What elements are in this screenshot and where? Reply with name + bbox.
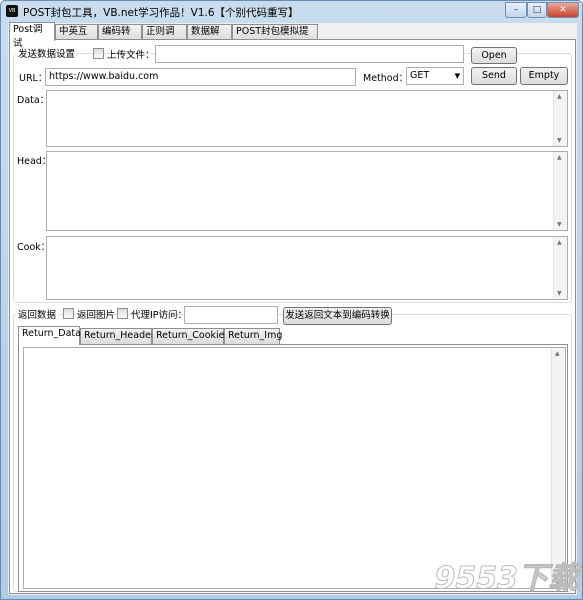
tab-post-simulate[interactable]: POST封包模拟提交	[232, 24, 318, 51]
send-to-encode-button[interactable]: 发送返回文本到编码转换	[283, 307, 392, 325]
head-textarea[interactable]: ▲ ▼	[46, 151, 568, 231]
tab-encoding[interactable]: 编码转换	[98, 24, 142, 51]
url-input[interactable]: https://www.baidu.com	[45, 68, 356, 86]
cookie-textarea[interactable]: ▲ ▼	[46, 236, 568, 300]
upload-label: 上传文件：	[107, 50, 155, 61]
empty-button[interactable]: Empty	[520, 67, 568, 85]
tab-return-img[interactable]: Return_Img	[224, 328, 282, 344]
tab-translate[interactable]: 中英互译	[55, 24, 98, 51]
upload-file-input[interactable]	[155, 45, 464, 63]
upload-checkbox[interactable]	[93, 48, 104, 59]
scrollbar[interactable]: ▲ ▼	[553, 91, 567, 146]
tab-data-parse[interactable]: 数据解析	[187, 24, 232, 51]
return-image-checkbox[interactable]	[63, 308, 74, 319]
tab-post-debug[interactable]: Post调试	[9, 22, 55, 49]
method-label: Method：	[363, 73, 409, 84]
open-button[interactable]: Open	[471, 47, 517, 64]
data-textarea[interactable]: ▲ ▼	[46, 90, 568, 147]
tab-return-data[interactable]: Return_Data	[18, 326, 81, 345]
watermark-logo: 9553下载	[434, 561, 578, 597]
tab-return-cookie[interactable]: Return_Cookie	[152, 328, 225, 344]
proxy-input[interactable]	[184, 306, 278, 324]
send-button[interactable]: Send	[471, 67, 517, 85]
data-label: Data：	[17, 95, 50, 106]
return-image-label: 返回图片	[77, 310, 116, 321]
chevron-down-icon: ▼	[454, 72, 460, 80]
scrollbar[interactable]: ▲ ▼	[553, 152, 567, 230]
scrollbar[interactable]: ▲ ▼	[553, 237, 567, 299]
send-group-label: 发送数据设置	[16, 46, 78, 60]
url-label: URL：	[19, 73, 48, 84]
method-select[interactable]: GET ▼	[406, 67, 464, 85]
close-button[interactable]: ✕	[547, 2, 579, 18]
proxy-label: 代理IP访问：	[131, 310, 188, 321]
window-title: POST封包工具，VB.net学习作品！V1.6【个别代码重写】	[23, 7, 299, 19]
minimize-button[interactable]: –	[505, 2, 527, 18]
app-window: VB POST封包工具，VB.net学习作品！V1.6【个别代码重写】 – □ …	[0, 0, 583, 600]
tab-regex[interactable]: 正则调试	[142, 24, 187, 51]
maximize-button[interactable]: □	[527, 2, 547, 18]
app-icon: VB	[6, 5, 18, 17]
scrollbar[interactable]: ▲ ▼	[551, 348, 565, 588]
method-value: GET	[410, 70, 430, 81]
tab-return-header[interactable]: Return_Header	[80, 328, 155, 344]
proxy-checkbox[interactable]	[117, 308, 128, 319]
return-group-label: 返回数据	[16, 307, 59, 321]
